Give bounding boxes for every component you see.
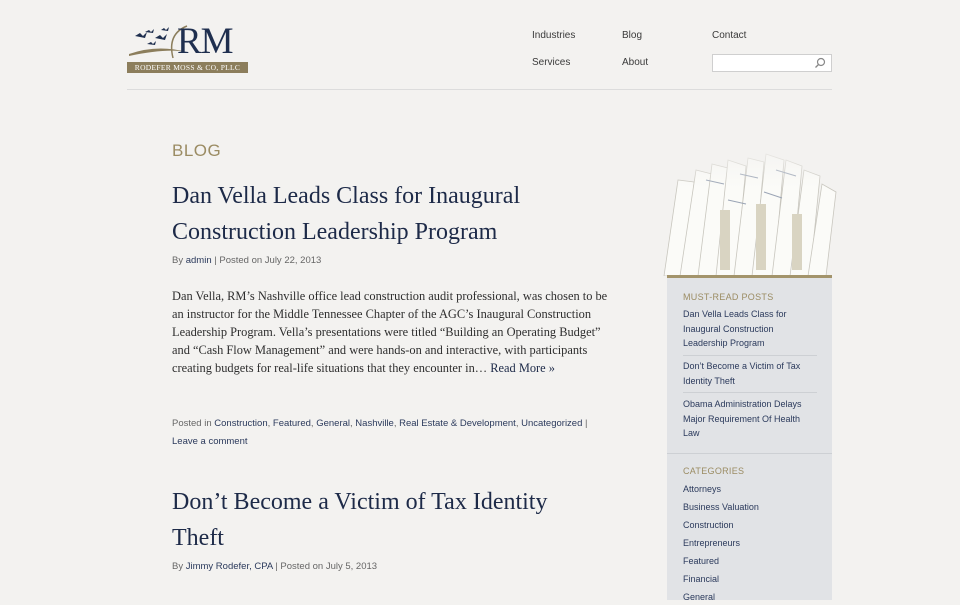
category-construction[interactable]: Construction xyxy=(683,518,815,533)
divider xyxy=(683,355,817,356)
divider xyxy=(683,392,817,393)
must-read-item[interactable]: Dan Vella Leads Class for Inaugural Cons… xyxy=(683,307,815,351)
header-divider xyxy=(127,89,832,90)
category-general[interactable]: General xyxy=(683,590,815,605)
sidebar: MUST-READ POSTS Dan Vella Leads Class fo… xyxy=(667,278,832,602)
section-title: BLOG xyxy=(172,141,222,160)
category-business-valuation[interactable]: Business Valuation xyxy=(683,500,815,515)
category-attorneys[interactable]: Attorneys xyxy=(683,482,815,497)
section-divider xyxy=(667,453,832,454)
category-link-uncategorized[interactable]: Uncategorized xyxy=(521,418,582,429)
must-read-heading: MUST-READ POSTS xyxy=(683,292,774,302)
nav-industries[interactable]: Industries xyxy=(532,30,575,41)
post-meta: By Jimmy Rodefer, CPA | Posted on July 5… xyxy=(172,561,377,572)
post-date: | Posted on July 22, 2013 xyxy=(214,255,322,266)
post-categories: Posted in Construction, Featured, Genera… xyxy=(172,418,588,447)
post-date: | Posted on July 5, 2013 xyxy=(275,561,378,572)
author-link[interactable]: admin xyxy=(186,255,212,266)
must-read-item[interactable]: Don’t Become a Victim of Tax Identity Th… xyxy=(683,359,815,388)
by-label: By xyxy=(172,561,184,572)
author-link[interactable]: Jimmy Rodefer, CPA xyxy=(186,561,273,572)
category-link-real-estate[interactable]: Real Estate & Development xyxy=(399,418,516,429)
post-meta: By admin | Posted on July 22, 2013 xyxy=(172,255,321,266)
search-input[interactable] xyxy=(716,56,810,69)
logo-plate: RODEFER MOSS & CO, PLLC xyxy=(127,62,248,73)
nav-blog[interactable]: Blog xyxy=(622,30,642,41)
nav-about[interactable]: About xyxy=(622,57,648,68)
category-link-construction[interactable]: Construction xyxy=(214,418,267,429)
logo-monogram: RM xyxy=(177,21,234,62)
search-box xyxy=(712,54,832,72)
category-financial[interactable]: Financial xyxy=(683,572,815,587)
category-entrepreneurs[interactable]: Entrepreneurs xyxy=(683,536,815,551)
nav-contact[interactable]: Contact xyxy=(712,30,746,41)
posted-in-label: Posted in xyxy=(172,418,212,429)
by-label: By xyxy=(172,255,184,266)
search-icon[interactable] xyxy=(814,57,826,69)
file-folders-image xyxy=(636,140,848,276)
must-read-item[interactable]: Obama Administration Delays Major Requir… xyxy=(683,397,815,441)
post-excerpt: Dan Vella, RM’s Nashville office lead co… xyxy=(172,287,612,377)
category-link-nashville[interactable]: Nashville xyxy=(355,418,394,429)
nav-services[interactable]: Services xyxy=(532,57,570,68)
post-title[interactable]: Dan Vella Leads Class for Inaugural Cons… xyxy=(172,178,602,250)
category-featured[interactable]: Featured xyxy=(683,554,815,569)
category-link-general[interactable]: General xyxy=(316,418,350,429)
leave-comment-link[interactable]: Leave a comment xyxy=(172,436,248,447)
category-link-featured[interactable]: Featured xyxy=(273,418,311,429)
read-more-link[interactable]: Read More » xyxy=(490,361,555,375)
site-logo[interactable]: RM RODEFER MOSS & CO, PLLC xyxy=(127,21,249,74)
categories-heading: CATEGORIES xyxy=(683,466,745,476)
post-title[interactable]: Don’t Become a Victim of Tax Identity Th… xyxy=(172,484,602,556)
